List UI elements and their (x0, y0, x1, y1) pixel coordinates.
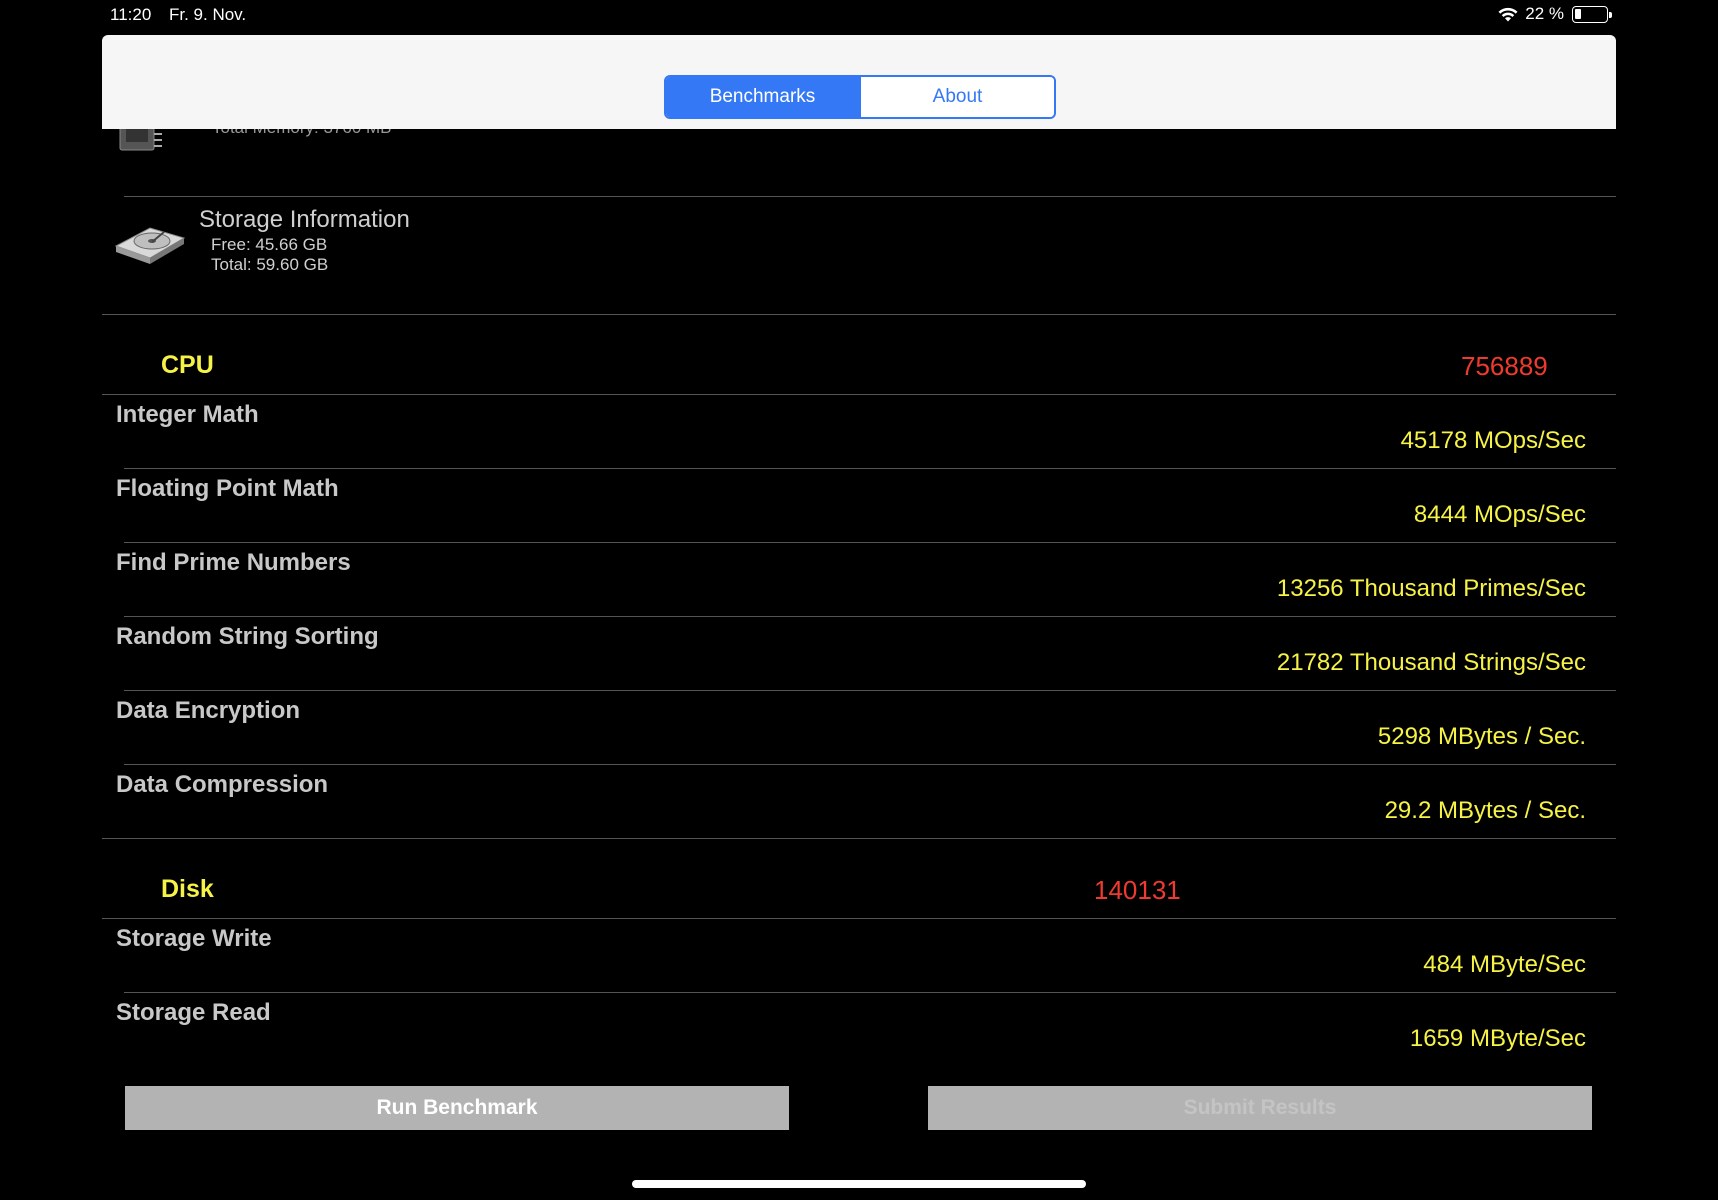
storage-info-row: Storage Information Free: 45.66 GB Total… (102, 196, 1616, 314)
test-label: Integer Math (116, 401, 259, 428)
test-label: Floating Point Math (116, 475, 339, 502)
test-value: 484 MByte/Sec (1423, 951, 1586, 978)
segmented-control[interactable]: Benchmarks About (664, 75, 1056, 119)
tab-about[interactable]: About (859, 77, 1054, 117)
tab-benchmarks[interactable]: Benchmarks (666, 77, 859, 117)
home-indicator[interactable] (632, 1180, 1086, 1188)
benchmark-content[interactable]: Total Memory: 3760 MB Storage Informatio… (0, 0, 1718, 1200)
cpu-test-row: Data Compression 29.2 MBytes / Sec. (102, 765, 1616, 839)
divider (102, 838, 1616, 839)
disk-test-row: Storage Read 1659 MByte/Sec (102, 993, 1616, 1067)
cpu-test-row: Data Encryption 5298 MBytes / Sec. (102, 691, 1616, 765)
test-label: Storage Write (116, 925, 272, 952)
storage-title: Storage Information (199, 206, 410, 233)
cpu-test-row: Floating Point Math 8444 MOps/Sec (102, 469, 1616, 543)
submit-results-button[interactable]: Submit Results (928, 1086, 1592, 1130)
memory-info-row: Total Memory: 3760 MB (102, 118, 1616, 196)
test-value: 45178 MOps/Sec (1400, 427, 1586, 454)
nav-header: Benchmarks About (102, 35, 1616, 129)
test-value: 21782 Thousand Strings/Sec (1276, 649, 1586, 676)
test-label: Data Compression (116, 771, 329, 798)
test-value: 8444 MOps/Sec (1413, 501, 1586, 528)
cpu-section-title: CPU (161, 351, 214, 379)
hard-drive-icon (114, 227, 186, 264)
run-benchmark-button[interactable]: Run Benchmark (125, 1086, 789, 1130)
divider (102, 314, 1616, 315)
disk-section-title: Disk (161, 875, 214, 903)
cpu-test-row: Random String Sorting 21782 Thousand Str… (102, 617, 1616, 691)
disk-test-row: Storage Write 484 MByte/Sec (102, 919, 1616, 993)
test-label: Data Encryption (116, 697, 301, 724)
test-value: 29.2 MBytes / Sec. (1384, 797, 1586, 824)
cpu-test-row: Integer Math 45178 MOps/Sec (102, 395, 1616, 469)
cpu-test-row: Find Prime Numbers 13256 Thousand Primes… (102, 543, 1616, 617)
test-label: Storage Read (116, 999, 271, 1026)
test-label: Find Prime Numbers (116, 549, 351, 576)
test-value: 13256 Thousand Primes/Sec (1276, 575, 1586, 602)
storage-total: Total: 59.60 GB (211, 255, 329, 274)
test-value: 5298 MBytes / Sec. (1377, 723, 1586, 750)
test-value: 1659 MByte/Sec (1409, 1025, 1586, 1052)
disk-score: 140131 (1094, 875, 1181, 905)
storage-free: Free: 45.66 GB (211, 235, 328, 254)
cpu-score: 756889 (1461, 351, 1548, 381)
test-label: Random String Sorting (116, 623, 379, 650)
